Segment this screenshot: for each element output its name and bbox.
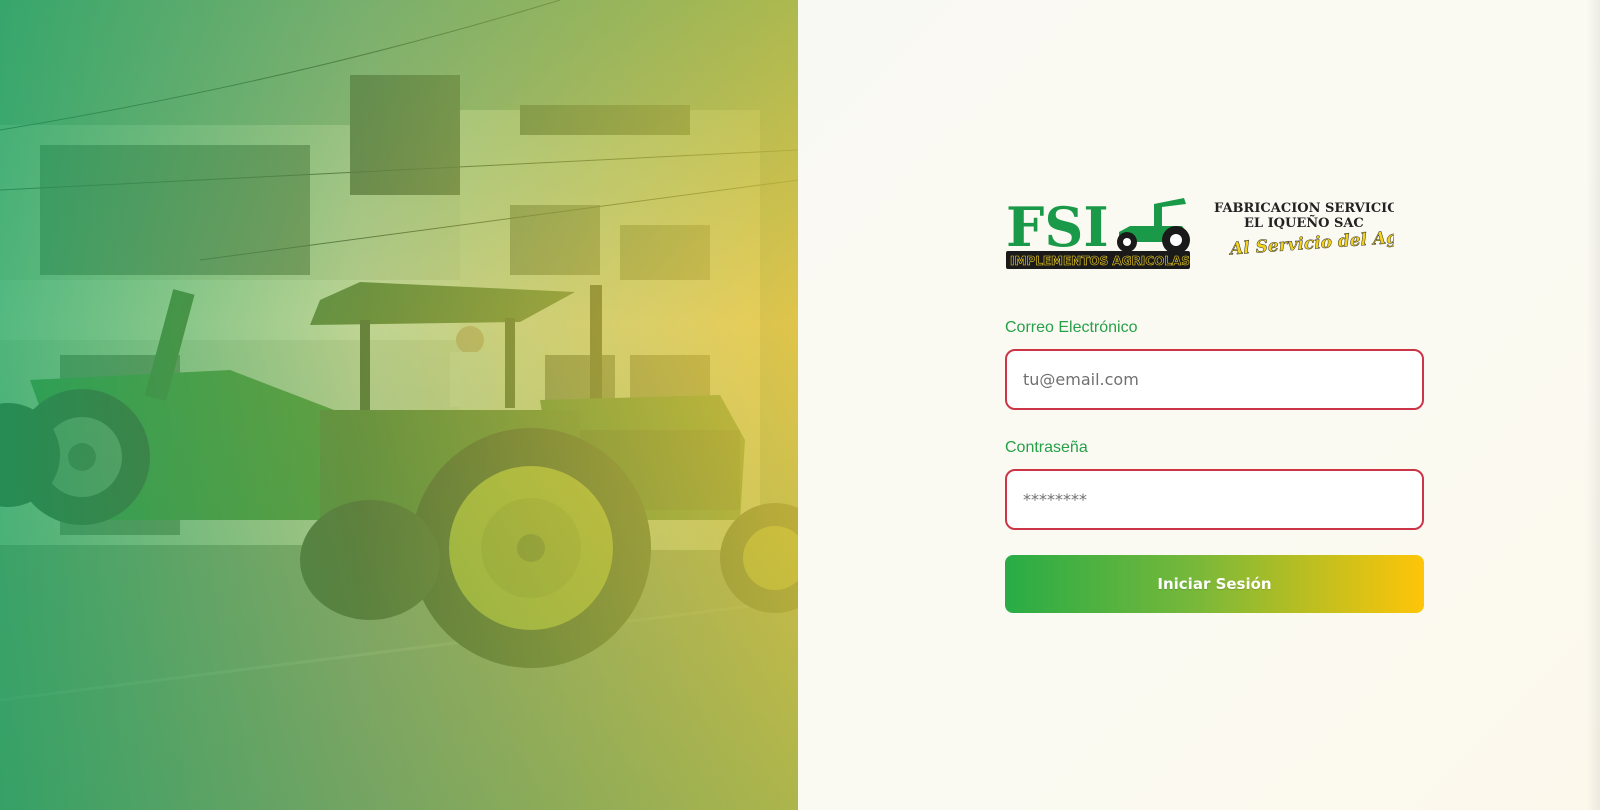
email-label: Correo Electrónico [1005,319,1138,336]
hero-image-panel [0,0,798,810]
company-name-line2: EL IQUEÑO SAC [1244,215,1364,231]
company-slogan: Al Servicio del Agro [1227,226,1394,259]
email-input[interactable] [1005,349,1424,410]
logo-fsi-text: FSI [1006,195,1109,259]
login-form: Correo Electrónico Contraseña Iniciar Se… [1005,318,1425,613]
password-label: Contraseña [1005,439,1088,456]
hero-vertical-overlay [0,0,798,810]
panel-edge-shade [1586,0,1600,810]
login-panel: FSI IMPLEMENTOS AGRICOLAS FABRICACION SE… [798,0,1600,810]
password-field-group: Contraseña [1005,438,1425,530]
login-submit-button[interactable]: Iniciar Sesión [1005,555,1424,613]
company-name-line1: FABRICACION SERVICIOS [1214,201,1394,216]
email-field-group: Correo Electrónico [1005,318,1425,410]
logo-sub-text: IMPLEMENTOS AGRICOLAS [1010,254,1190,268]
password-input[interactable] [1005,469,1424,530]
company-logo: FSI IMPLEMENTOS AGRICOLAS FABRICACION SE… [1004,190,1394,280]
login-page: FSI IMPLEMENTOS AGRICOLAS FABRICACION SE… [0,0,1600,810]
tractor-icon [1117,198,1190,254]
